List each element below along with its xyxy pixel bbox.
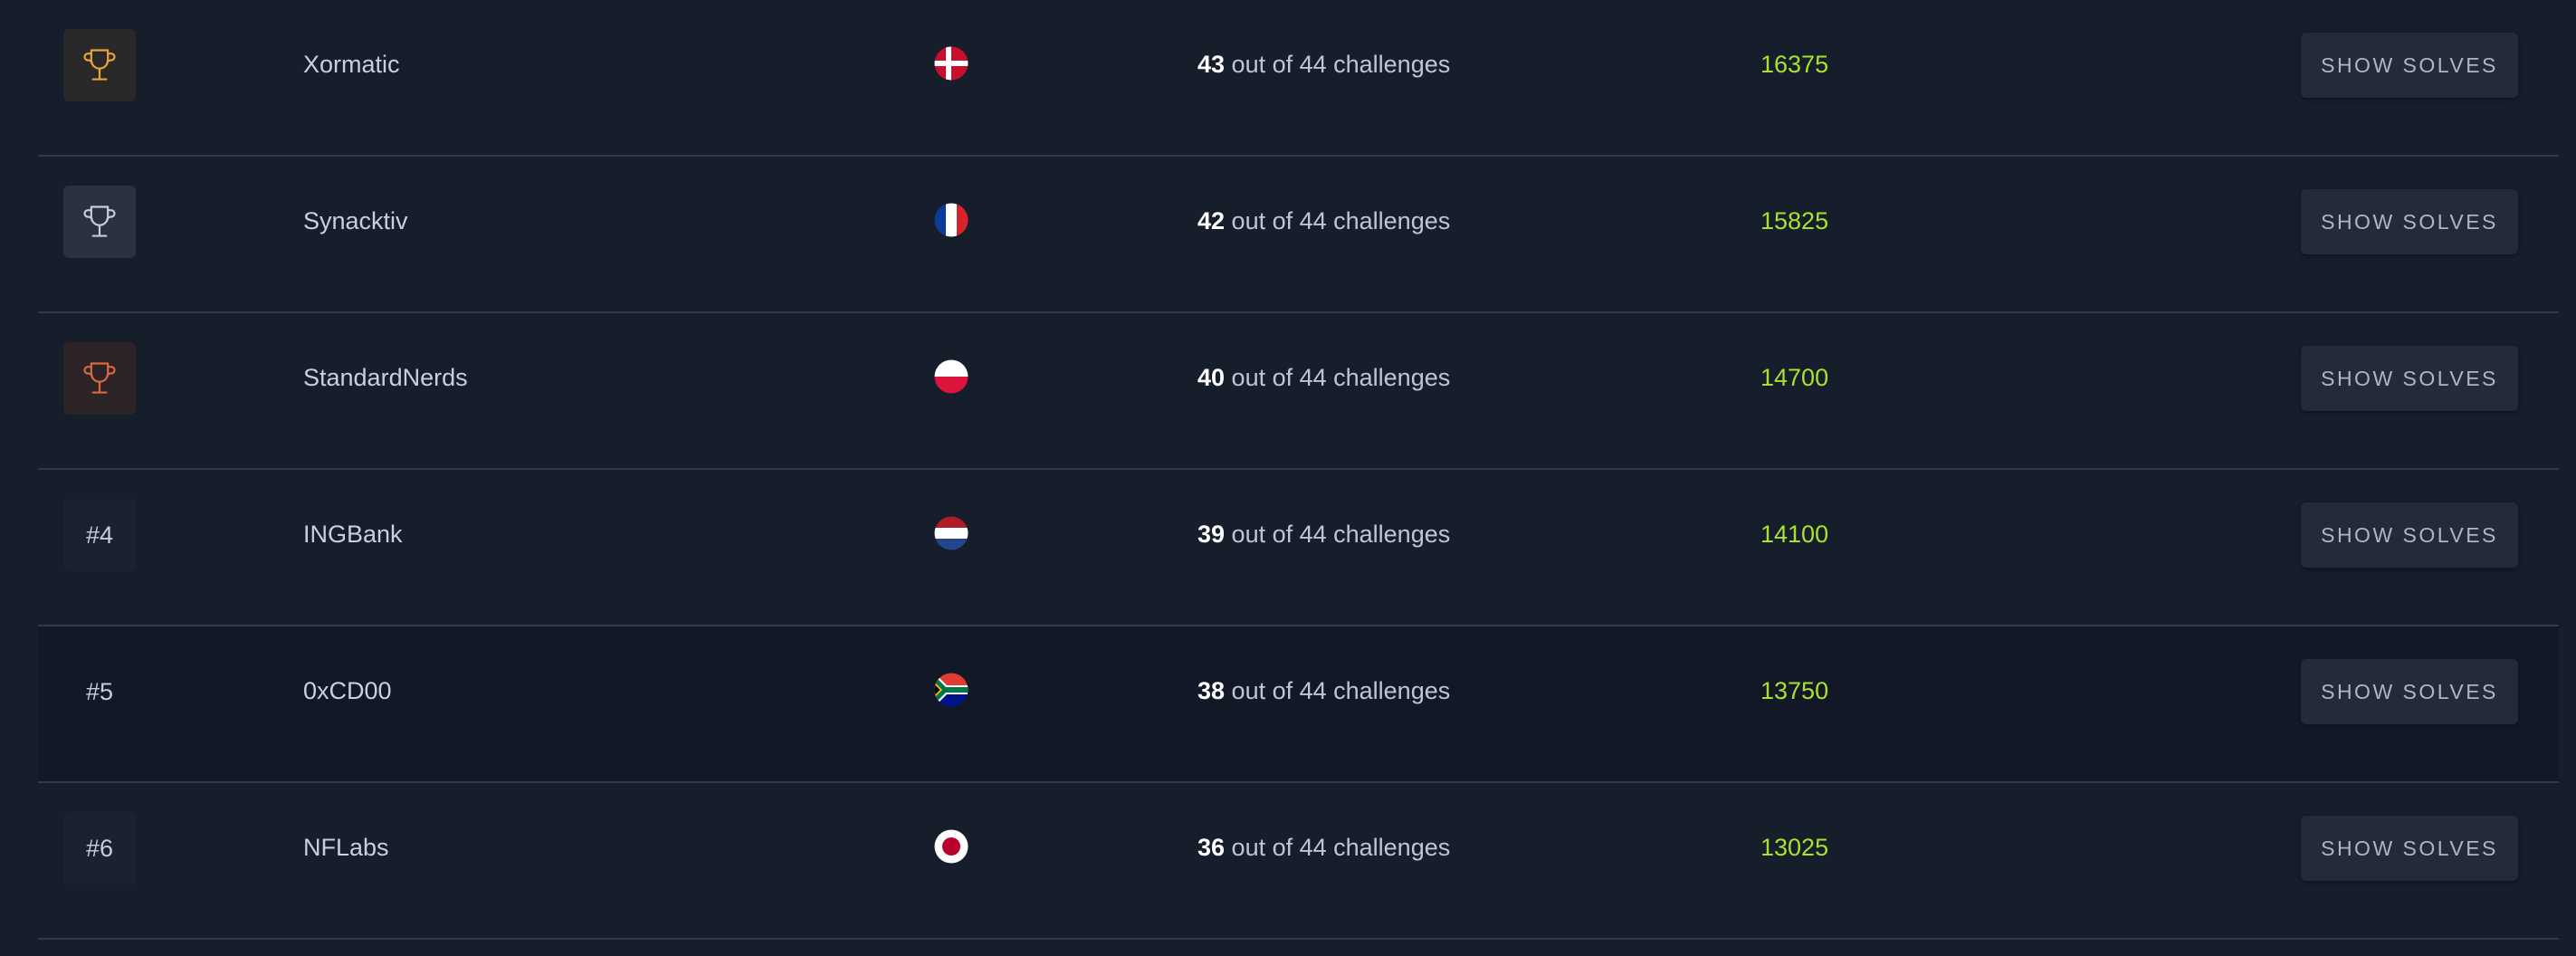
- show-solves-button[interactable]: SHOW SOLVES: [2301, 33, 2518, 98]
- rank-badge: #6: [63, 812, 136, 884]
- rank-badge: [63, 342, 136, 415]
- solves-count: 43 out of 44 challenges: [1197, 0, 1450, 129]
- solves-count: 40 out of 44 challenges: [1197, 313, 1450, 443]
- team-name[interactable]: INGBank: [303, 470, 403, 599]
- flag-south-africa-icon: [934, 673, 968, 707]
- flag-poland-icon: [934, 359, 968, 394]
- solved-suffix: out of 44 challenges: [1225, 677, 1451, 704]
- team-name[interactable]: StandardNerds: [303, 313, 468, 443]
- table-row: #4 INGBank 39 out of 44 challenges 14100…: [38, 470, 2559, 626]
- show-solves-button[interactable]: SHOW SOLVES: [2301, 189, 2518, 254]
- team-points: 13025: [1760, 834, 1829, 861]
- solved-number: 43: [1197, 51, 1226, 78]
- scoreboard-table: Xormatic 43 out of 44 challenges 16375 S…: [38, 0, 2559, 940]
- solved-number: 38: [1197, 677, 1226, 704]
- rank-badge: [63, 186, 136, 258]
- rank-badge: #4: [63, 499, 136, 571]
- trophy-bronze-icon: [83, 362, 116, 394]
- table-row: StandardNerds 40 out of 44 challenges 14…: [38, 313, 2559, 470]
- rank-badge: #5: [85, 677, 114, 705]
- solved-suffix: out of 44 challenges: [1225, 51, 1451, 78]
- team-name[interactable]: NFLabs: [303, 783, 389, 913]
- solves-count: 36 out of 44 challenges: [1197, 783, 1450, 913]
- solved-number: 40: [1197, 364, 1226, 391]
- solves-count: 39 out of 44 challenges: [1197, 470, 1450, 599]
- solved-suffix: out of 44 challenges: [1225, 834, 1451, 861]
- flag-denmark-icon: [934, 46, 968, 81]
- solved-suffix: out of 44 challenges: [1225, 521, 1451, 548]
- flag-netherlands-icon: [934, 516, 968, 550]
- flag-france-icon: [934, 203, 968, 237]
- flag-japan-icon: [934, 829, 968, 864]
- show-solves-button[interactable]: SHOW SOLVES: [2301, 346, 2518, 411]
- team-points: 14700: [1760, 364, 1829, 391]
- team-name[interactable]: Xormatic: [303, 0, 400, 129]
- team-name[interactable]: Synacktiv: [303, 157, 408, 286]
- solves-count: 42 out of 44 challenges: [1197, 157, 1450, 286]
- table-row: Synacktiv 42 out of 44 challenges 15825 …: [38, 157, 2559, 313]
- solved-number: 36: [1197, 834, 1226, 861]
- solves-count: 38 out of 44 challenges: [1197, 626, 1450, 756]
- show-solves-button[interactable]: SHOW SOLVES: [2301, 816, 2518, 881]
- show-solves-button[interactable]: SHOW SOLVES: [2301, 659, 2518, 724]
- team-points: 13750: [1760, 677, 1829, 704]
- team-points: 16375: [1760, 51, 1829, 78]
- table-row: #6 NFLabs 36 out of 44 challenges 13025 …: [38, 783, 2559, 940]
- solved-number: 42: [1197, 207, 1226, 234]
- show-solves-button[interactable]: SHOW SOLVES: [2301, 502, 2518, 568]
- table-row: #5 0xCD00 38 out of 44 challenges 13750 …: [38, 626, 2559, 783]
- solved-suffix: out of 44 challenges: [1225, 364, 1451, 391]
- solved-suffix: out of 44 challenges: [1225, 207, 1451, 234]
- team-points: 14100: [1760, 521, 1829, 548]
- team-points: 15825: [1760, 207, 1829, 234]
- rank-badge: [63, 29, 136, 101]
- table-row: Xormatic 43 out of 44 challenges 16375 S…: [38, 0, 2559, 157]
- team-name[interactable]: 0xCD00: [303, 626, 392, 756]
- solved-number: 39: [1197, 521, 1226, 548]
- trophy-gold-icon: [83, 49, 116, 81]
- trophy-silver-icon: [83, 206, 116, 237]
